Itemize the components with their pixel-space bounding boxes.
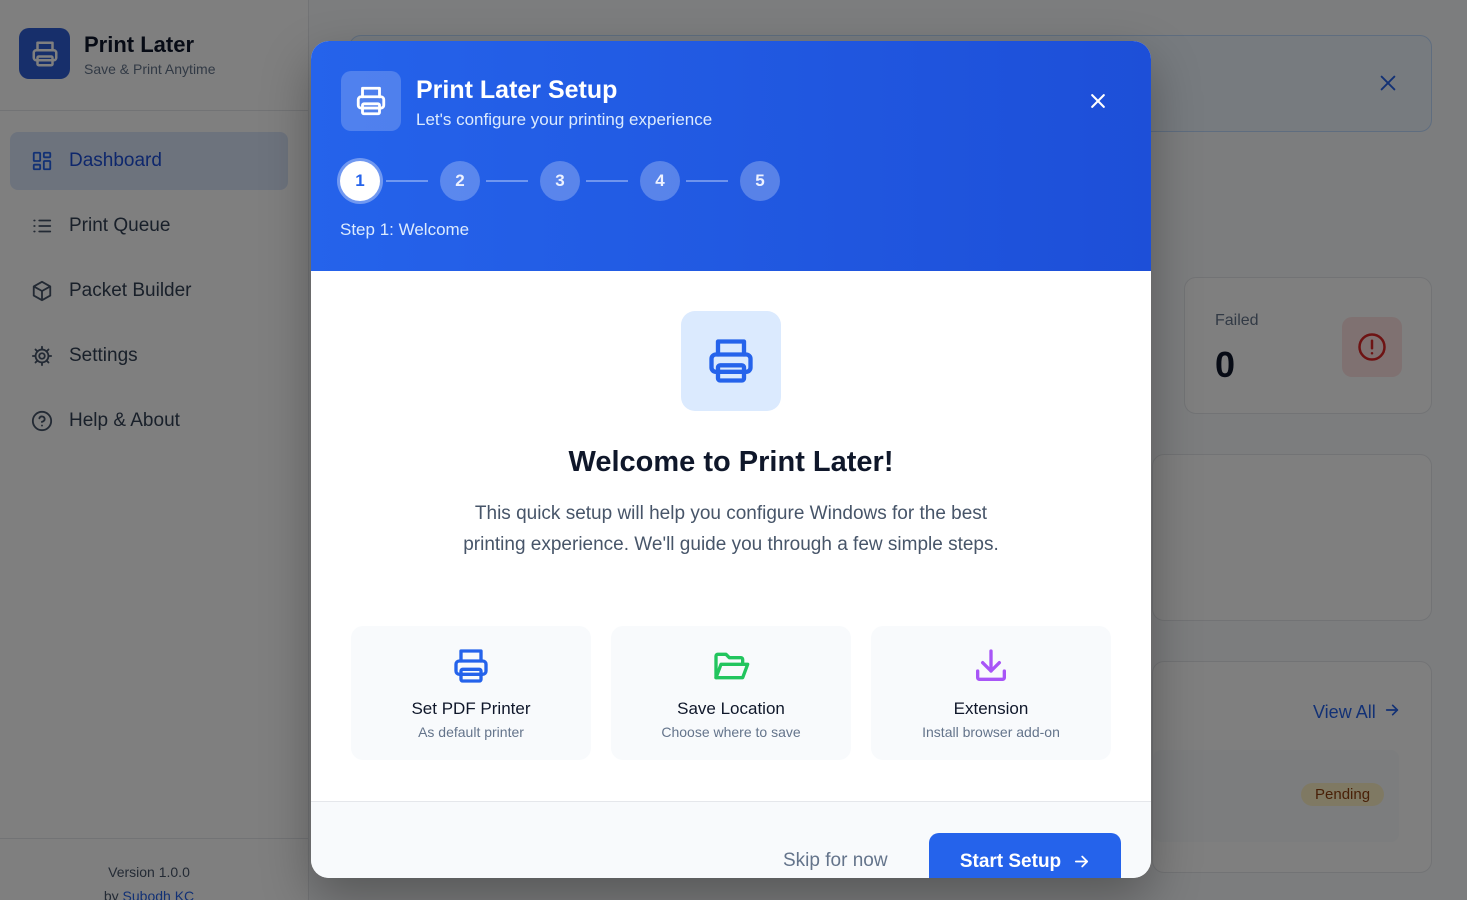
feature-card-pdf-printer: Set PDF Printer As default printer [351,626,591,760]
modal-header: Print Later Setup Let's configure your p… [311,41,1151,271]
folder-open-icon [711,646,751,686]
arrow-right-icon [1073,853,1090,876]
modal-subtitle: Let's configure your printing experience [416,110,713,129]
feature-card-extension: Extension Install browser add-on [871,626,1111,760]
step-1: 1 [340,161,380,201]
close-icon [1091,94,1105,108]
download-icon [971,646,1011,686]
welcome-title: Welcome to Print Later! [568,446,894,478]
step-connector [486,180,528,182]
feature-subtitle: Choose where to save [661,724,801,740]
start-setup-label: Start Setup [959,851,1062,872]
setup-modal: Print Later Setup Let's configure your p… [311,41,1151,878]
step-connector [586,180,628,182]
printer-icon [341,71,401,131]
printer-icon [451,646,491,686]
start-setup-button[interactable]: Start Setup [929,833,1121,878]
modal-title: Print Later Setup [416,76,618,104]
feature-title: Set PDF Printer [411,699,531,718]
welcome-text: This quick setup will help you configure… [463,503,999,555]
step-2: 2 [440,161,480,201]
step-5: 5 [740,161,780,201]
step-connector [686,180,728,182]
feature-card-save-location: Save Location Choose where to save [611,626,851,760]
step-connector [386,180,428,182]
step-4: 4 [640,161,680,201]
skip-button[interactable]: Skip for now [783,850,888,872]
feature-title: Save Location [677,699,785,718]
modal-footer: Skip for now Start Setup [311,801,1151,878]
printer-icon [681,311,781,411]
step-3: 3 [540,161,580,201]
feature-subtitle: Install browser add-on [922,724,1060,740]
feature-subtitle: As default printer [418,724,524,740]
feature-title: Extension [953,699,1029,718]
step-caption: Step 1: Welcome [340,220,470,239]
close-button[interactable] [1085,88,1111,114]
